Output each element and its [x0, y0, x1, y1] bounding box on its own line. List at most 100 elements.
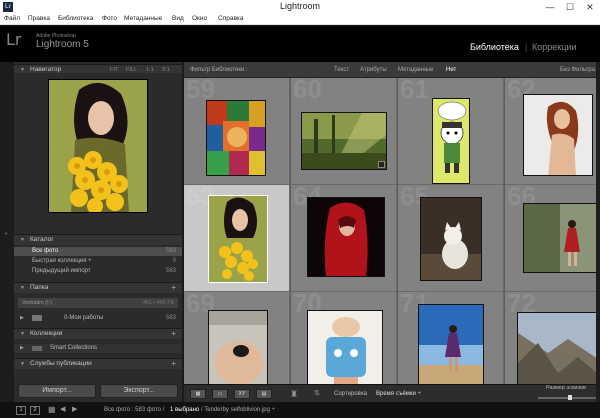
- page-1-button[interactable]: 1: [16, 406, 26, 415]
- collection-set-icon: [32, 346, 42, 351]
- redhead-portrait-image: [524, 95, 592, 175]
- grid-cell[interactable]: 69: [184, 292, 290, 384]
- menu-photo[interactable]: Фото: [102, 14, 117, 24]
- catalog-title: Каталог: [30, 236, 54, 243]
- expand-triangle-icon[interactable]: ▶: [20, 344, 24, 353]
- sort-dropdown[interactable]: Время съёмки ÷: [376, 385, 421, 403]
- module-develop[interactable]: Коррекции: [532, 42, 576, 52]
- volume-bar[interactable]: Verbatim (I:) 461 / 466 ГБ: [18, 298, 178, 308]
- grid-cell[interactable]: 70: [291, 292, 397, 384]
- filter-none[interactable]: Нет: [446, 62, 456, 78]
- thumbnail-size-slider[interactable]: [538, 395, 596, 400]
- cell-index: 60: [293, 78, 322, 104]
- photo-thumbnail[interactable]: [307, 197, 385, 277]
- photo-thumbnail[interactable]: [523, 94, 593, 176]
- menu-help[interactable]: Справка: [218, 14, 244, 24]
- loupe-view-icon[interactable]: ▭: [212, 389, 228, 399]
- photo-thumbnail[interactable]: [420, 197, 482, 281]
- grid-cell[interactable]: 72: [505, 292, 600, 384]
- back-arrow-icon[interactable]: ◀: [60, 402, 65, 418]
- forward-arrow-icon[interactable]: ▶: [72, 402, 77, 418]
- navigator-photo: [48, 79, 148, 213]
- menu-metadata[interactable]: Метаданные: [124, 14, 162, 24]
- publish-services-header[interactable]: ▼ Службы публикации +: [14, 358, 182, 369]
- add-folder-icon[interactable]: +: [171, 283, 176, 293]
- menu-view[interactable]: Вид: [172, 14, 184, 24]
- catalog-item-label: Все фото: [32, 248, 59, 254]
- maximize-button[interactable]: ☐: [560, 0, 580, 14]
- folders-header[interactable]: ▼ Папка +: [14, 282, 182, 293]
- survey-view-icon[interactable]: ▤: [256, 389, 272, 399]
- add-collection-icon[interactable]: +: [171, 329, 176, 339]
- filmstrip-source[interactable]: Все фото : 583 фото /: [104, 402, 164, 418]
- expand-triangle-icon: ▼: [20, 285, 25, 291]
- title-bar: Lr Lightroom — ☐ ✕: [0, 0, 600, 14]
- import-button[interactable]: Импорт...: [18, 384, 96, 398]
- export-button[interactable]: Экспорт...: [100, 384, 178, 398]
- module-picker: Библиотека | Коррекции: [470, 42, 600, 54]
- menu-library[interactable]: Библиотека: [58, 14, 93, 24]
- collections-header[interactable]: ▼ Коллекции +: [14, 328, 182, 339]
- grid-cell[interactable]: 61: [398, 78, 504, 185]
- edit-badge-icon: [378, 161, 385, 168]
- grid-cell[interactable]: 62: [505, 78, 600, 185]
- thumbnail-grid: 59 60 61 62 63 64 65 66 69 70 71 72: [184, 78, 600, 384]
- slider-knob[interactable]: [567, 395, 572, 400]
- grid-icon[interactable]: ▦: [48, 402, 56, 418]
- module-separator: |: [525, 42, 528, 52]
- photo-thumbnail[interactable]: [206, 100, 266, 176]
- grid-cell[interactable]: 60: [291, 78, 397, 185]
- sort-direction-icon[interactable]: ⇅: [314, 385, 320, 403]
- catalog-header[interactable]: ▼ Каталог: [14, 234, 182, 245]
- photo-thumbnail[interactable]: [208, 195, 268, 283]
- red-hood-woman-image: [308, 198, 384, 276]
- minimize-button[interactable]: —: [540, 0, 560, 14]
- grid-cell[interactable]: 66: [505, 185, 600, 292]
- photo-thumbnail[interactable]: [432, 98, 470, 184]
- menu-bar: Файл Правка Библиотека Фото Метаданные В…: [0, 14, 600, 25]
- add-publish-service-icon[interactable]: +: [171, 359, 176, 369]
- compare-view-icon[interactable]: XY: [234, 389, 250, 399]
- menu-edit[interactable]: Правка: [28, 14, 50, 24]
- photo-thumbnail[interactable]: [208, 310, 268, 384]
- page-2-button[interactable]: 2: [30, 406, 40, 415]
- thumbnail-size-label: Размер эскизов: [546, 385, 586, 391]
- right-panel-toggle[interactable]: [596, 62, 600, 402]
- expand-triangle-icon[interactable]: ▶: [20, 313, 24, 323]
- folders-title: Папка: [30, 284, 49, 291]
- catalog-item-previous-import[interactable]: Предыдущий импорт 583: [14, 267, 182, 276]
- menu-file[interactable]: Файл: [4, 14, 20, 24]
- collection-item[interactable]: ▶ Smart Collections: [14, 344, 182, 353]
- folder-item[interactable]: ▶ 0-Мои работы 583: [14, 313, 182, 323]
- filter-attributes[interactable]: Атрибуты: [360, 62, 387, 78]
- selected-filename: / Tenderby selfoblivion.jpg ÷: [201, 407, 275, 413]
- spray-can-icon[interactable]: ♜: [290, 385, 298, 403]
- catalog-item-quick-collection[interactable]: Быстрая коллекция + 0: [14, 257, 182, 266]
- catalog-item-count: 583: [165, 268, 176, 274]
- volume-label: Verbatim (I:): [22, 300, 52, 306]
- grid-view-icon[interactable]: ▦: [190, 389, 206, 399]
- module-library[interactable]: Библиотека: [470, 42, 519, 52]
- grid-cell[interactable]: 59: [184, 78, 290, 185]
- close-button[interactable]: ✕: [580, 0, 600, 14]
- grid-cell[interactable]: 65: [398, 185, 504, 292]
- menu-window[interactable]: Окно: [192, 14, 207, 24]
- photo-thumbnail[interactable]: [418, 304, 484, 384]
- expand-triangle-icon: ▼: [20, 331, 25, 337]
- filter-metadata[interactable]: Метаданные: [398, 62, 433, 78]
- grid-cell-selected[interactable]: 63: [184, 185, 290, 292]
- filter-text[interactable]: Текст: [334, 62, 349, 78]
- grid-cell[interactable]: 71: [398, 292, 504, 384]
- grid-cell[interactable]: 64: [291, 185, 397, 292]
- expand-triangle-icon: ▼: [20, 361, 25, 367]
- navigator-preview[interactable]: [14, 73, 182, 237]
- catalog-item-count: 583: [165, 248, 176, 254]
- photo-thumbnail[interactable]: [517, 312, 600, 384]
- catalog-item-all-photos[interactable]: Все фото 583: [14, 247, 182, 256]
- filter-preset[interactable]: Без Фильтра ÷: [560, 62, 600, 78]
- photo-thumbnail[interactable]: [301, 112, 387, 170]
- photo-thumbnail[interactable]: [523, 203, 599, 273]
- photo-thumbnail[interactable]: [307, 310, 383, 384]
- left-panel-toggle[interactable]: ◂: [0, 62, 14, 402]
- rocky-landscape-image: [518, 313, 600, 384]
